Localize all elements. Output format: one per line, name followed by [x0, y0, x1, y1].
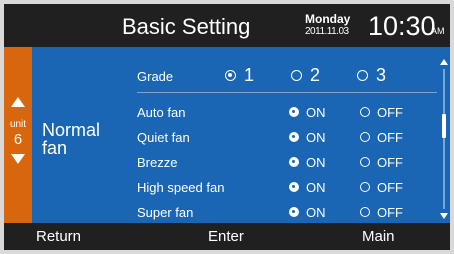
clock-ampm: AM — [431, 26, 445, 36]
scrollbar[interactable] — [439, 59, 449, 219]
fan-label: High speed fan — [137, 180, 225, 195]
scroll-track[interactable] — [443, 69, 445, 209]
on-label: ON — [306, 205, 326, 220]
thermostat-screen: Basic Setting Monday 2011.11.03 10:30 AM… — [4, 4, 450, 250]
grade-row: Grade 1 2 3 — [137, 65, 447, 87]
triangle-up-icon[interactable] — [11, 97, 25, 107]
grade-option-value: 1 — [244, 65, 255, 85]
unit-number: 6 — [13, 131, 23, 148]
radio-empty-icon — [360, 107, 370, 117]
off-label: OFF — [377, 105, 403, 120]
fan-label: Quiet fan — [137, 130, 190, 145]
fan-label: Super fan — [137, 205, 194, 220]
triangle-down-icon[interactable] — [11, 154, 25, 164]
off-label: OFF — [377, 155, 403, 170]
radio-selected-icon — [289, 182, 299, 192]
radio-empty-icon — [360, 157, 370, 167]
mode-title: Normal fan — [42, 121, 122, 157]
clock-time: 10:30 — [368, 11, 436, 41]
off-label: OFF — [377, 180, 403, 195]
radio-empty-icon — [360, 132, 370, 142]
fan-label: Auto fan — [137, 105, 186, 120]
mode-title-line1: Normal — [42, 120, 101, 140]
page-title: Basic Setting — [122, 14, 251, 39]
footer-bar: Return Enter Main — [4, 223, 450, 250]
radio-selected-icon — [289, 207, 299, 217]
fan-row-quiet: Quiet fan ON OFF — [137, 127, 437, 149]
fan-row-auto: Auto fan ON OFF — [137, 102, 437, 124]
radio-empty-icon — [357, 70, 368, 81]
off-label: OFF — [377, 130, 403, 145]
enter-button[interactable]: Enter — [208, 228, 244, 245]
scroll-up-icon[interactable] — [440, 59, 448, 65]
fan-row-breeze: Brezze ON OFF — [137, 152, 437, 174]
mode-title-line2: fan — [42, 138, 68, 158]
on-label: ON — [306, 105, 326, 120]
grade-option-value: 3 — [376, 65, 387, 85]
return-button[interactable]: Return — [36, 228, 81, 245]
radio-empty-icon — [291, 70, 302, 81]
fan-row-high-speed: High speed fan ON OFF — [137, 177, 437, 199]
on-label: ON — [306, 155, 326, 170]
grade-label: Grade — [137, 69, 174, 84]
fan-label: Brezze — [137, 155, 178, 170]
scroll-down-icon[interactable] — [440, 213, 448, 219]
day-label: Monday — [305, 12, 351, 26]
radio-selected-icon — [289, 107, 299, 117]
header-bar: Basic Setting Monday 2011.11.03 10:30 AM — [4, 4, 450, 47]
on-label: ON — [306, 180, 326, 195]
off-label: OFF — [377, 205, 403, 220]
unit-label: unit — [9, 119, 27, 130]
radio-empty-icon — [360, 182, 370, 192]
on-label: ON — [306, 130, 326, 145]
scroll-thumb[interactable] — [442, 114, 446, 138]
main-button[interactable]: Main — [362, 228, 395, 245]
unit-selector: unit 6 — [4, 47, 32, 223]
grade-option-value: 2 — [310, 65, 321, 85]
radio-selected-icon — [225, 70, 236, 81]
fan-row-super: Super fan ON OFF — [137, 202, 437, 224]
settings-panel: Normal fan Grade 1 2 3 Auto fan ON OFF Q… — [32, 47, 450, 223]
radio-empty-icon — [360, 207, 370, 217]
radio-selected-icon — [289, 132, 299, 142]
divider — [137, 92, 437, 93]
date-label: 2011.11.03 — [305, 26, 349, 37]
radio-selected-icon — [289, 157, 299, 167]
